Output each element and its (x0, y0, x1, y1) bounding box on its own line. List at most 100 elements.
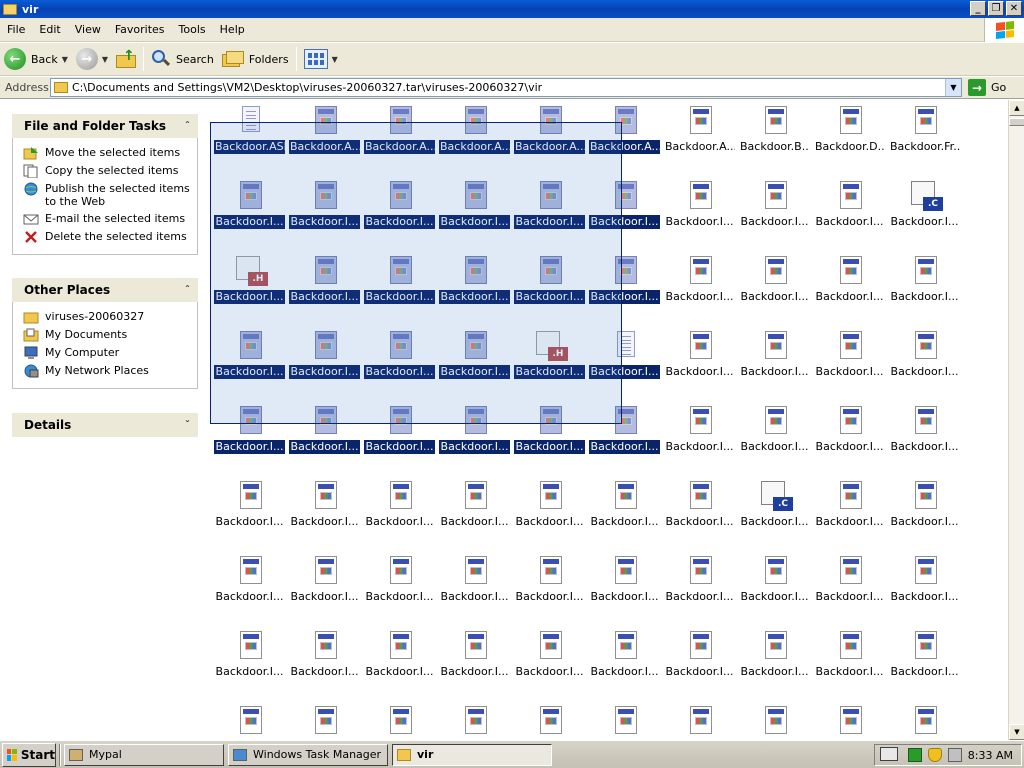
file-item[interactable]: Backdoor.I... (512, 552, 587, 627)
file-item[interactable]: Backdoor.I... (437, 477, 512, 552)
file-item[interactable]: Backdoor.I... (287, 402, 362, 477)
file-item[interactable]: Backdoor.I... (587, 627, 662, 702)
task-task-manager[interactable]: Windows Task Manager (228, 743, 388, 766)
file-item[interactable]: Backdoor.I... (812, 552, 887, 627)
file-item[interactable]: Backdoor.I... (887, 477, 962, 552)
maximize-button[interactable]: ❐ (988, 1, 1004, 16)
place-my-computer[interactable]: My Computer (23, 346, 193, 360)
file-item[interactable]: Backdoor.I... (662, 252, 737, 327)
file-item[interactable]: Backdoor.A... (287, 102, 362, 177)
file-item[interactable]: Backdoor.I... (587, 177, 662, 252)
collapse-icon[interactable]: ˆ (185, 285, 190, 296)
file-item[interactable] (212, 702, 287, 740)
chevron-down-icon[interactable]: ▼ (332, 55, 338, 64)
place-viruses-folder[interactable]: viruses-20060327 (23, 310, 193, 324)
file-item[interactable]: Backdoor.I... (737, 252, 812, 327)
security-shield-icon[interactable] (927, 748, 942, 762)
file-item[interactable]: Backdoor.I... (812, 327, 887, 402)
file-item[interactable]: Backdoor.I... (887, 252, 962, 327)
file-item[interactable]: Backdoor.I... (362, 177, 437, 252)
other-places-header[interactable]: Other Places ˆ (12, 278, 198, 302)
file-item[interactable] (287, 702, 362, 740)
file-item[interactable]: Backdoor.I... (362, 252, 437, 327)
file-item[interactable]: Backdoor.I... (737, 177, 812, 252)
file-item[interactable]: Backdoor.I... (512, 627, 587, 702)
address-input[interactable]: C:\Documents and Settings\VM2\Desktop\vi… (50, 78, 962, 97)
details-header[interactable]: Details ˇ (12, 413, 198, 437)
file-item[interactable]: Backdoor.I... (662, 177, 737, 252)
file-item[interactable]: Backdoor.I... (887, 627, 962, 702)
task-email[interactable]: E-mail the selected items (23, 212, 193, 226)
file-item[interactable]: .H Backdoor.I... (512, 327, 587, 402)
file-item[interactable]: Backdoor.I... (437, 252, 512, 327)
place-my-network[interactable]: My Network Places (23, 364, 193, 378)
file-item[interactable]: Backdoor.I... (812, 402, 887, 477)
file-item[interactable]: Backdoor.D... (812, 102, 887, 177)
file-item[interactable]: Backdoor.I... (212, 552, 287, 627)
file-item[interactable]: Backdoor.I... (287, 177, 362, 252)
file-item[interactable] (437, 702, 512, 740)
file-item[interactable]: Backdoor.I... (362, 627, 437, 702)
file-item[interactable]: Backdoor.I... (737, 327, 812, 402)
file-item[interactable]: .C Backdoor.I... (737, 477, 812, 552)
start-button[interactable]: Start (2, 742, 56, 767)
file-item[interactable]: Backdoor.A... (512, 102, 587, 177)
scroll-thumb[interactable] (1009, 118, 1024, 126)
file-item[interactable]: Backdoor.Fr... (887, 102, 962, 177)
file-item[interactable]: Backdoor.I... (512, 177, 587, 252)
file-item[interactable]: .H Backdoor.I... (212, 252, 287, 327)
file-item[interactable]: Backdoor.I... (437, 402, 512, 477)
file-item[interactable]: Backdoor.I... (662, 552, 737, 627)
file-item[interactable] (737, 702, 812, 740)
scroll-down-button[interactable]: ▼ (1009, 724, 1024, 740)
task-mypal[interactable]: Mypal (64, 743, 224, 766)
forward-button[interactable]: → ▼ (72, 45, 112, 73)
collapse-icon[interactable]: ˆ (185, 121, 190, 132)
clock[interactable]: 8:33 AM (968, 749, 1013, 762)
file-item[interactable]: Backdoor.I... (212, 177, 287, 252)
file-item[interactable]: Backdoor.A... (362, 102, 437, 177)
menu-edit[interactable]: Edit (32, 23, 67, 36)
chevron-down-icon[interactable]: ▼ (62, 55, 68, 64)
place-my-documents[interactable]: My Documents (23, 328, 193, 342)
file-item[interactable]: Backdoor.I... (737, 402, 812, 477)
file-item[interactable]: .C Backdoor.I... (887, 177, 962, 252)
file-item[interactable]: Backdoor.I... (287, 252, 362, 327)
file-item[interactable]: Backdoor.I... (587, 402, 662, 477)
menu-view[interactable]: View (68, 23, 108, 36)
file-item[interactable]: Backdoor.I... (437, 627, 512, 702)
file-item[interactable]: Backdoor.I... (287, 477, 362, 552)
file-item[interactable]: Backdoor.I... (287, 552, 362, 627)
file-item[interactable]: Backdoor.I... (662, 627, 737, 702)
file-item[interactable]: Backdoor.I... (587, 327, 662, 402)
file-list[interactable]: Backdoor.ASP Backdoor.A... Backdoor.A... Ba… (210, 100, 1008, 740)
file-item[interactable]: Backdoor.I... (812, 252, 887, 327)
file-item[interactable]: Backdoor.I... (887, 552, 962, 627)
file-item[interactable] (812, 702, 887, 740)
file-item[interactable]: Backdoor.I... (737, 627, 812, 702)
task-move[interactable]: Move the selected items (23, 146, 193, 160)
file-item[interactable]: Backdoor.I... (437, 552, 512, 627)
file-item[interactable]: Backdoor.I... (887, 402, 962, 477)
file-item[interactable]: Backdoor.I... (437, 177, 512, 252)
menu-file[interactable]: File (0, 23, 32, 36)
file-item[interactable]: Backdoor.I... (362, 327, 437, 402)
file-item[interactable]: Backdoor.I... (662, 402, 737, 477)
file-item[interactable] (512, 702, 587, 740)
menu-favorites[interactable]: Favorites (108, 23, 172, 36)
close-button[interactable]: ✕ (1006, 1, 1022, 16)
file-item[interactable]: Backdoor.I... (287, 627, 362, 702)
address-dropdown-button[interactable]: ▼ (945, 79, 961, 96)
file-item[interactable]: Backdoor.I... (512, 402, 587, 477)
file-item[interactable]: Backdoor.I... (812, 477, 887, 552)
menu-tools[interactable]: Tools (172, 23, 213, 36)
file-item[interactable]: Backdoor.I... (662, 327, 737, 402)
views-button[interactable]: ▼ (300, 45, 342, 73)
expand-icon[interactable]: ˇ (185, 420, 190, 431)
file-item[interactable]: Backdoor.I... (362, 402, 437, 477)
file-item[interactable]: Backdoor.I... (362, 552, 437, 627)
file-folder-tasks-header[interactable]: File and Folder Tasks ˆ (12, 114, 198, 138)
file-item[interactable]: Backdoor.I... (587, 552, 662, 627)
file-item[interactable]: Backdoor.I... (212, 627, 287, 702)
go-button[interactable]: → Go (968, 79, 1006, 96)
